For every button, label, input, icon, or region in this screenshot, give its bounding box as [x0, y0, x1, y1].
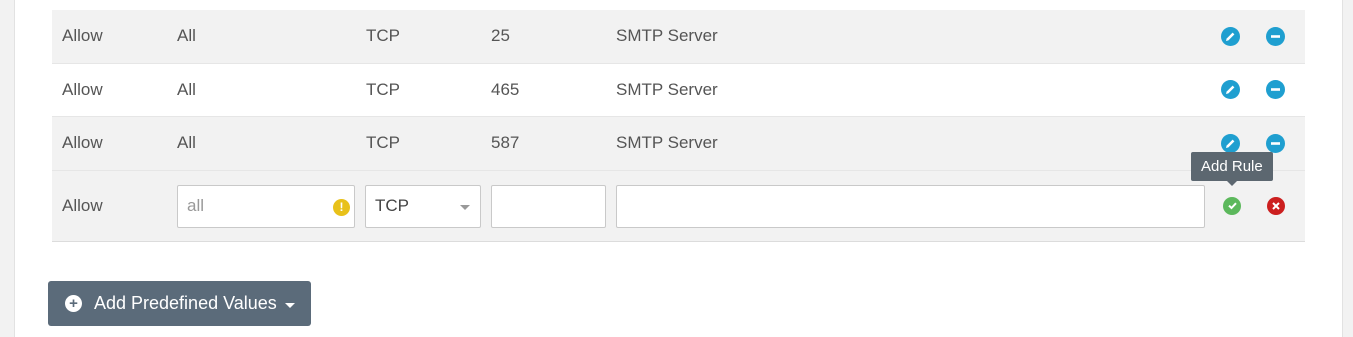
- port-input[interactable]: [491, 184, 606, 228]
- pencil-icon: [1226, 139, 1235, 148]
- plus-circle-icon: +: [65, 295, 82, 312]
- pencil-icon: [1226, 85, 1235, 95]
- protocol-selected-value: TCP: [375, 196, 409, 215]
- rule-port: 25: [491, 26, 510, 46]
- pencil-icon: [1226, 32, 1235, 41]
- add-rule-tooltip: Add Rule: [1191, 152, 1273, 186]
- rule-protocol: TCP: [366, 133, 400, 153]
- rule-action: Allow: [62, 79, 103, 99]
- add-predefined-label: Add Predefined Values: [94, 293, 277, 313]
- remove-rule-button[interactable]: [1266, 80, 1285, 100]
- tooltip-text: Add Rule: [1201, 158, 1263, 175]
- chevron-down-icon: [460, 204, 470, 210]
- warning-icon: !: [333, 198, 350, 216]
- description-input[interactable]: [616, 184, 1205, 228]
- remove-rule-button[interactable]: [1266, 133, 1285, 153]
- remove-rule-button[interactable]: [1266, 26, 1285, 46]
- minus-circle-icon: [1271, 34, 1280, 38]
- rule-description: SMTP Server: [616, 79, 718, 99]
- rule-protocol: TCP: [366, 79, 400, 99]
- table-row: Allow All TCP 25 SMTP Server: [52, 10, 1305, 64]
- rule-protocol: TCP: [366, 26, 400, 46]
- rule-port: 465: [491, 79, 520, 99]
- table-row: Allow All TCP 465 SMTP Server: [52, 63, 1305, 117]
- minus-circle-icon: [1271, 88, 1280, 92]
- new-rule-action: Allow: [62, 195, 103, 215]
- source-placeholder: all: [187, 196, 205, 215]
- rule-action: Allow: [62, 133, 103, 153]
- minus-circle-icon: [1271, 141, 1280, 145]
- rule-description: SMTP Server: [616, 133, 718, 153]
- rule-port: 587: [491, 133, 520, 153]
- add-predefined-values-button[interactable]: + Add Predefined Values: [48, 281, 311, 326]
- firewall-rules-table: Allow All TCP 25 SMTP Server Allow All T…: [52, 10, 1305, 242]
- edit-rule-button[interactable]: [1221, 133, 1240, 153]
- edit-rule-button[interactable]: [1221, 26, 1240, 46]
- x-circle-icon: [1272, 201, 1280, 210]
- rule-action: Allow: [62, 26, 103, 46]
- new-rule-row: Allow all ! TCP: [52, 170, 1305, 242]
- protocol-select[interactable]: TCP: [365, 184, 481, 228]
- edit-rule-button[interactable]: [1221, 80, 1240, 100]
- add-rule-button[interactable]: [1223, 196, 1241, 215]
- rule-source: All: [177, 26, 196, 46]
- cancel-rule-button[interactable]: [1267, 196, 1285, 215]
- caret-down-icon: [284, 302, 295, 308]
- source-input[interactable]: all !: [177, 184, 355, 228]
- rule-source: All: [177, 79, 196, 99]
- rule-source: All: [177, 133, 196, 153]
- rule-description: SMTP Server: [616, 26, 718, 46]
- check-circle-icon: [1227, 202, 1237, 210]
- table-row: Allow All TCP 587 SMTP Server: [52, 117, 1305, 171]
